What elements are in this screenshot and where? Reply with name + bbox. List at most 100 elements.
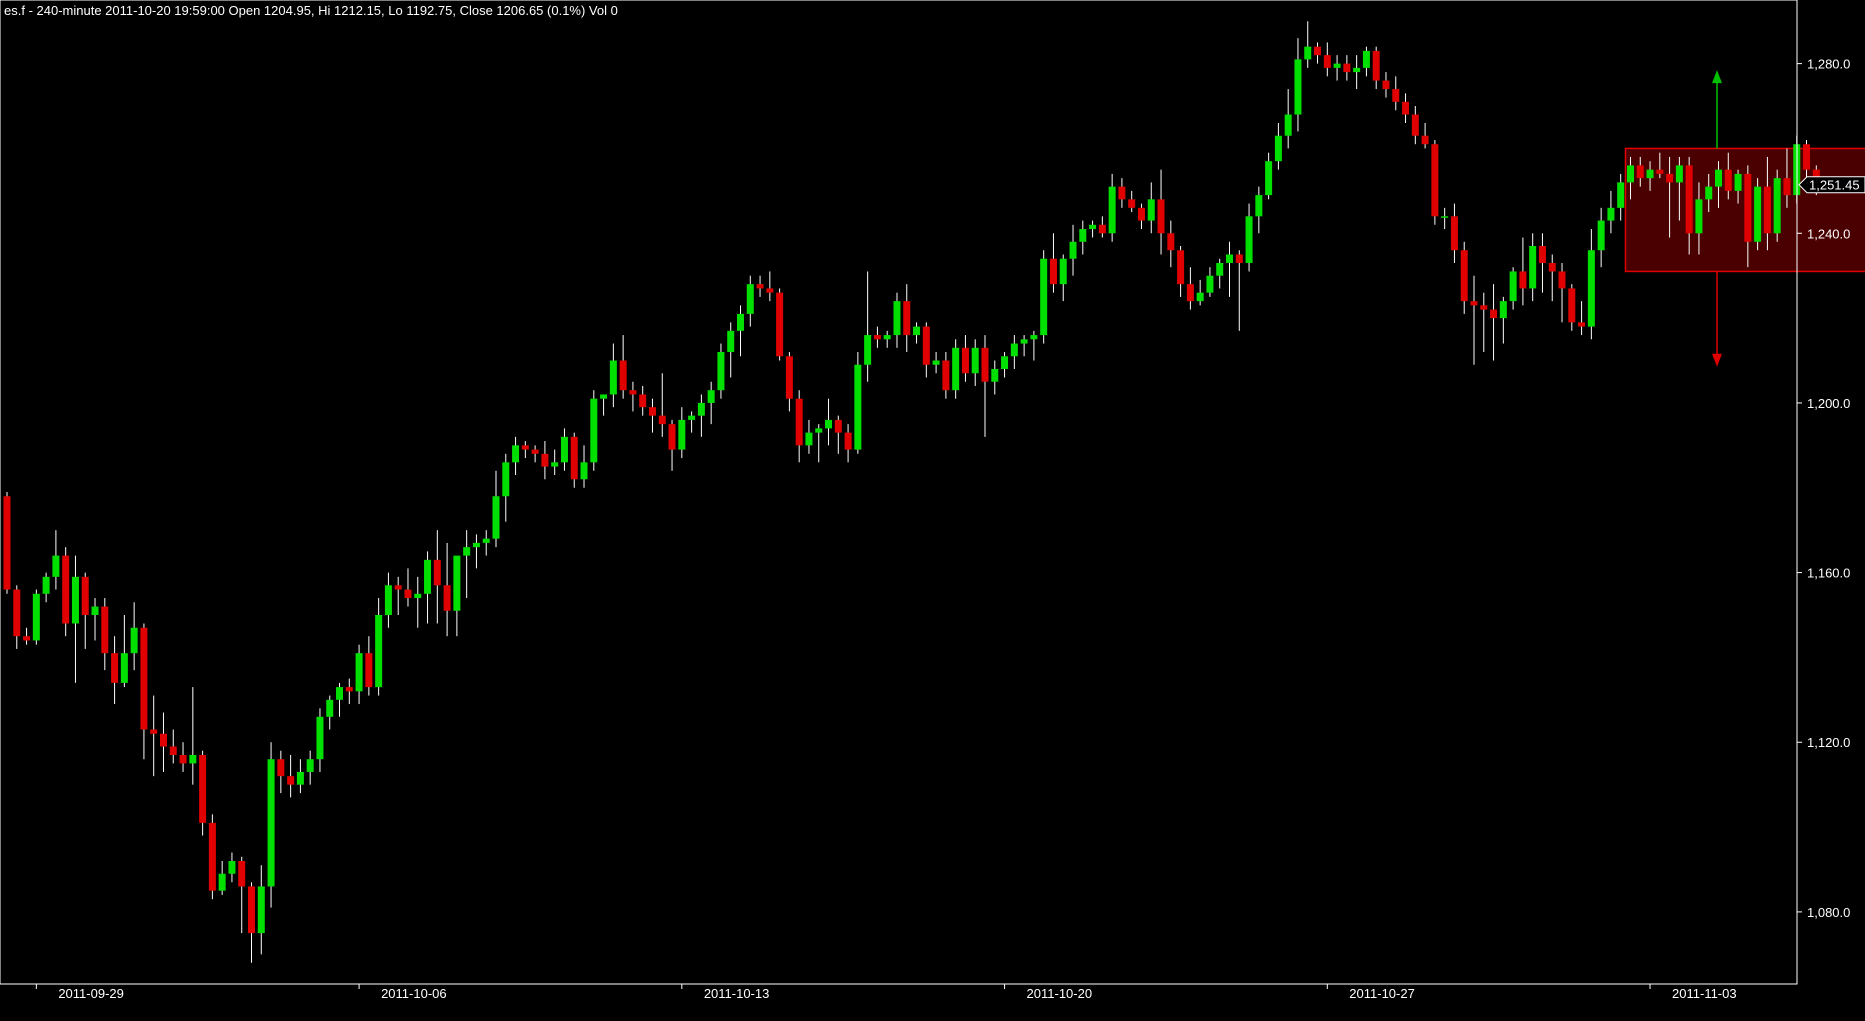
candle-body-down	[873, 335, 881, 340]
candle-body-up	[384, 585, 392, 615]
candle-body-down	[150, 729, 158, 734]
candle-body-up	[1675, 165, 1683, 183]
candle-body-down	[1186, 284, 1194, 302]
candle	[199, 750, 207, 836]
candle-body-up	[257, 886, 265, 934]
candle-body-down	[1167, 233, 1175, 251]
candle-body-down	[169, 746, 177, 755]
candle-body-down	[1568, 288, 1576, 323]
candle-body-down	[101, 606, 109, 654]
candle-body-up	[600, 394, 608, 399]
y-tick-label: 1,200.0	[1807, 396, 1850, 411]
candle-body-down	[23, 636, 31, 641]
candle-body-up	[1294, 59, 1302, 115]
candle-body-down	[619, 360, 627, 391]
candle-body-down	[785, 356, 793, 399]
candle-body-up	[1626, 165, 1634, 183]
candle-body-up	[130, 627, 138, 654]
candle	[1773, 169, 1781, 242]
candle-body-up	[1646, 169, 1654, 179]
candle-body-down	[1157, 199, 1165, 234]
candle-body-up	[746, 284, 754, 314]
candle-body-down	[3, 496, 11, 590]
candle-body-down	[795, 398, 803, 446]
candle-body-down	[1490, 309, 1498, 319]
candle-body-down	[277, 759, 285, 777]
candle-body-up	[932, 360, 940, 365]
candle-body-up	[1715, 169, 1722, 187]
candle-body-up	[854, 364, 862, 450]
candle-body-down	[1548, 262, 1556, 272]
candle-body-up	[1734, 173, 1742, 191]
candle-body-up	[1509, 271, 1517, 302]
candle-body-down	[365, 653, 373, 688]
candle-body-down	[199, 754, 207, 823]
candle-body-up	[1695, 199, 1703, 234]
candle-body-down	[1558, 271, 1566, 289]
y-tick-label: 1,120.0	[1807, 735, 1850, 750]
candlestick-chart: 1,080.0 1,120.0 1,160.0 1,200.0 1,240.0 1,280…	[0, 0, 1865, 1016]
candle-body-up	[120, 653, 128, 683]
y-tick-label: 1,080.0	[1807, 905, 1850, 920]
candle-body-down	[521, 445, 529, 450]
candle-body-down	[443, 585, 451, 611]
candle-body-down	[1314, 46, 1322, 56]
candle	[590, 390, 598, 471]
candle-body-up	[1705, 186, 1713, 200]
candle-body-up	[375, 615, 383, 688]
x-tick-label: 2011-10-06	[381, 986, 447, 1001]
candle-body-up	[1069, 241, 1077, 259]
candle-body-down	[1382, 80, 1390, 90]
candle-body-up	[1333, 63, 1341, 68]
candle-body-up	[825, 419, 833, 429]
candle-body-down	[1118, 186, 1126, 200]
candle-body-down	[1636, 165, 1644, 179]
candle-body-up	[414, 593, 422, 599]
candle-body-down	[1724, 169, 1732, 191]
candle-body-up	[482, 538, 490, 543]
chart-root: 1,080.0 1,120.0 1,160.0 1,200.0 1,240.0 1,280…	[0, 0, 1865, 1016]
candle-body-down	[1402, 101, 1410, 115]
candle-body-down	[140, 627, 148, 730]
candle	[1040, 250, 1048, 344]
candle-body-down	[62, 555, 70, 624]
candle-body-up	[492, 496, 500, 539]
candle-body-up	[1773, 178, 1781, 234]
candle-body-down	[238, 861, 246, 887]
candle-body-down	[1470, 301, 1478, 306]
candle	[952, 339, 960, 399]
candle-body-up	[913, 326, 921, 336]
candle-body-down	[834, 419, 842, 433]
candle-body-down	[13, 589, 21, 637]
candle-body-up	[91, 606, 99, 615]
candle-body-up	[1597, 220, 1605, 251]
candle-body-down	[1460, 250, 1468, 302]
candle-body-up	[1441, 216, 1449, 218]
candle-body-down	[844, 432, 852, 450]
candle-body-up	[707, 390, 715, 403]
candle-body-up	[1499, 301, 1507, 319]
candle-body-up	[697, 402, 705, 416]
candle-body-up	[1040, 258, 1048, 336]
candle-body-down	[1803, 144, 1811, 170]
candle-body-up	[1754, 186, 1762, 242]
candle-body-up	[1245, 216, 1253, 263]
candle-body-up	[189, 754, 197, 764]
candle-body-down	[394, 585, 402, 590]
candle-body-down	[1137, 207, 1145, 221]
candle-body-down	[287, 776, 295, 785]
candle-body-up	[1255, 195, 1263, 217]
candle-body-down	[1098, 224, 1106, 234]
candle-body-up	[1587, 250, 1595, 327]
candle-body-up	[1284, 114, 1292, 136]
candle-body-up	[1196, 292, 1204, 302]
x-tick-label: 2011-09-29	[58, 986, 124, 1001]
candle-body-down	[668, 424, 676, 450]
candle-body-down	[1177, 250, 1185, 285]
candle-body-up	[326, 699, 334, 717]
candle	[3, 492, 11, 594]
candle-body-down	[756, 284, 764, 289]
candle-body-down	[1519, 271, 1527, 289]
candle-body-up	[296, 771, 304, 785]
candle-body-up	[306, 759, 314, 772]
